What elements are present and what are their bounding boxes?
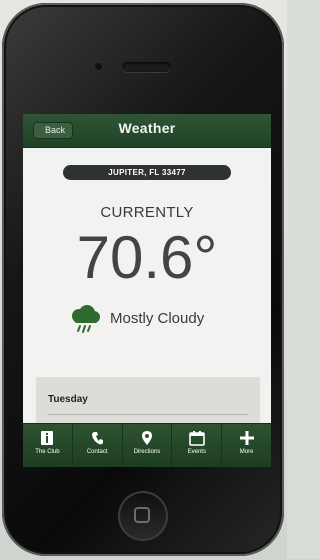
tab-directions[interactable]: Directions [123, 424, 173, 467]
page-title: Weather [118, 120, 176, 136]
plus-icon [239, 431, 254, 445]
tab-label: Directions [133, 449, 161, 455]
info-icon [41, 431, 54, 445]
temperature-value: 70.6° [76, 224, 218, 291]
tab-label: The Club [35, 449, 60, 455]
cloud-rain-icon [72, 305, 100, 333]
front-camera [93, 61, 104, 72]
app-screen: Back Weather JUPITER, FL 33477 CURRENTLY… [23, 114, 271, 467]
phone-frame: Back Weather JUPITER, FL 33477 CURRENTLY… [2, 3, 284, 556]
condition-row: Mostly Cloudy [68, 304, 268, 334]
tab-label: More [239, 449, 254, 455]
map-pin-icon [141, 431, 152, 445]
forecast-day-label: Tuesday [48, 394, 88, 405]
calendar-icon [188, 431, 205, 446]
divider [48, 414, 248, 415]
tab-the-club[interactable]: The Club [23, 424, 73, 467]
nav-bar: Back Weather [23, 114, 271, 148]
home-square-icon [134, 507, 150, 523]
earpiece-speaker [122, 62, 171, 72]
tab-bar: The Club Contact Directions Events More [23, 423, 271, 467]
home-button[interactable] [118, 491, 168, 541]
location-pill: JUPITER, FL 33477 [63, 165, 231, 180]
tab-contact[interactable]: Contact [73, 424, 123, 467]
condition-text: Mostly Cloudy [110, 310, 205, 327]
tab-label: Contact [86, 449, 108, 455]
tab-more[interactable]: More [222, 424, 271, 467]
phone-icon [92, 432, 104, 445]
currently-label: CURRENTLY [100, 204, 194, 221]
tab-label: Events [187, 449, 206, 455]
tab-events[interactable]: Events [172, 424, 223, 467]
